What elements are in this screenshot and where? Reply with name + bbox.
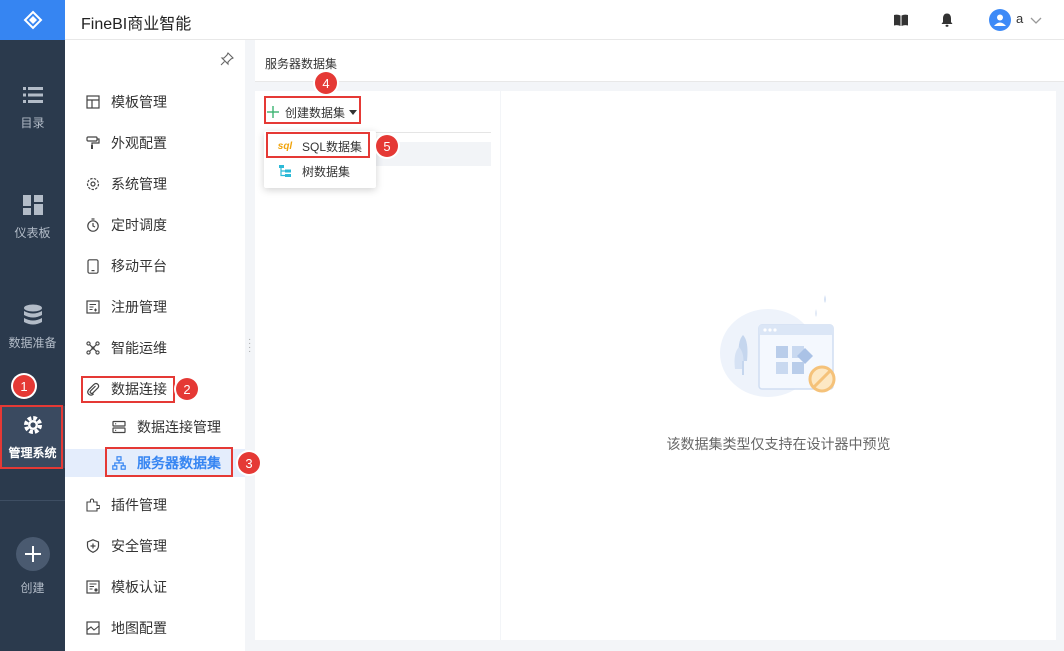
network-icon: [85, 340, 101, 356]
dropdown-item-tree-dataset[interactable]: 树数据集: [264, 159, 376, 183]
rail-divider: [0, 500, 65, 501]
server-icon: [111, 419, 127, 435]
menu-item-registration[interactable]: 注册管理: [65, 294, 245, 320]
menu-item-security[interactable]: 安全管理: [65, 533, 245, 559]
register-icon: [85, 299, 101, 315]
book-icon[interactable]: [893, 12, 909, 28]
annotation-box-5: [266, 132, 370, 158]
mobile-icon: [85, 258, 101, 274]
annotation-badge-4: 4: [315, 72, 337, 94]
annotation-badge-5: 5: [376, 135, 398, 157]
shield-icon: [85, 538, 101, 554]
nav-rail: 目录 仪表板 数据准备 管理系统 创建: [0, 0, 65, 651]
menu-item-plugins[interactable]: 插件管理: [65, 492, 245, 518]
menu-item-system-mgmt[interactable]: 系统管理: [65, 171, 245, 197]
rail-label: 创建: [20, 581, 45, 595]
pin-icon[interactable]: [220, 52, 234, 69]
preview-panel: 该数据集类型仅支持在设计器中预览: [501, 91, 1056, 640]
timer-icon: [85, 217, 101, 233]
annotation-badge-3: 3: [238, 452, 260, 474]
app-logo[interactable]: [0, 0, 65, 40]
chevron-down-icon[interactable]: [1030, 12, 1042, 28]
rail-item-create[interactable]: 创建: [0, 537, 65, 596]
menu-item-template-cert[interactable]: 模板认证: [65, 574, 245, 600]
admin-sidebar: 模板管理 外观配置 系统管理 定时调度 移动平台 注册管理 智能运维 数据连接 …: [65, 40, 245, 651]
annotation-badge-1: 1: [13, 375, 35, 397]
annotation-box-4: [264, 96, 361, 124]
menu-item-schedule[interactable]: 定时调度: [65, 212, 245, 238]
user-name[interactable]: a: [1016, 11, 1023, 26]
rail-label: 仪表板: [14, 226, 51, 240]
avatar[interactable]: [989, 9, 1011, 31]
rail-item-catalog[interactable]: 目录: [0, 84, 65, 131]
certificate-icon: [85, 579, 101, 595]
rail-item-data-prep[interactable]: 数据准备: [0, 304, 65, 351]
menu-item-appearance[interactable]: 外观配置: [65, 130, 245, 156]
breadcrumb: 服务器数据集: [265, 57, 338, 71]
content-header: 服务器数据集: [255, 40, 1064, 82]
dashboard-icon: [22, 194, 44, 216]
menu-item-mobile[interactable]: 移动平台: [65, 253, 245, 279]
top-header: FineBI商业智能 a: [65, 0, 1064, 40]
logo-icon: [23, 10, 42, 30]
tree-icon: [276, 164, 294, 178]
list-icon: [22, 84, 44, 106]
empty-state-text: 该数据集类型仅支持在设计器中预览: [666, 436, 891, 452]
menu-item-template-mgmt[interactable]: 模板管理: [65, 89, 245, 115]
settings-icon: [85, 176, 101, 192]
plus-icon: [15, 537, 50, 571]
database-icon: [22, 304, 44, 326]
map-icon: [85, 620, 101, 636]
annotation-box-3: [105, 447, 233, 477]
rail-label: 目录: [20, 116, 45, 130]
empty-state-illustration: [720, 295, 836, 397]
menu-item-map-config[interactable]: 地图配置: [65, 615, 245, 641]
paint-roller-icon: [85, 135, 101, 151]
sidebar-resize-handle[interactable]: · · · ·: [248, 335, 251, 357]
bell-icon[interactable]: [939, 12, 955, 28]
annotation-box-1: [0, 405, 63, 469]
template-icon: [85, 94, 101, 110]
puzzle-icon: [85, 497, 101, 513]
rail-item-dashboard[interactable]: 仪表板: [0, 194, 65, 241]
app-title: FineBI商业智能: [81, 16, 192, 33]
user-icon: [994, 14, 1006, 26]
annotation-box-2: [81, 376, 175, 403]
rail-label: 数据准备: [8, 336, 57, 350]
menu-item-connection-mgmt[interactable]: 数据连接管理: [65, 414, 245, 440]
annotation-badge-2: 2: [176, 378, 198, 400]
menu-item-ops[interactable]: 智能运维: [65, 335, 245, 361]
